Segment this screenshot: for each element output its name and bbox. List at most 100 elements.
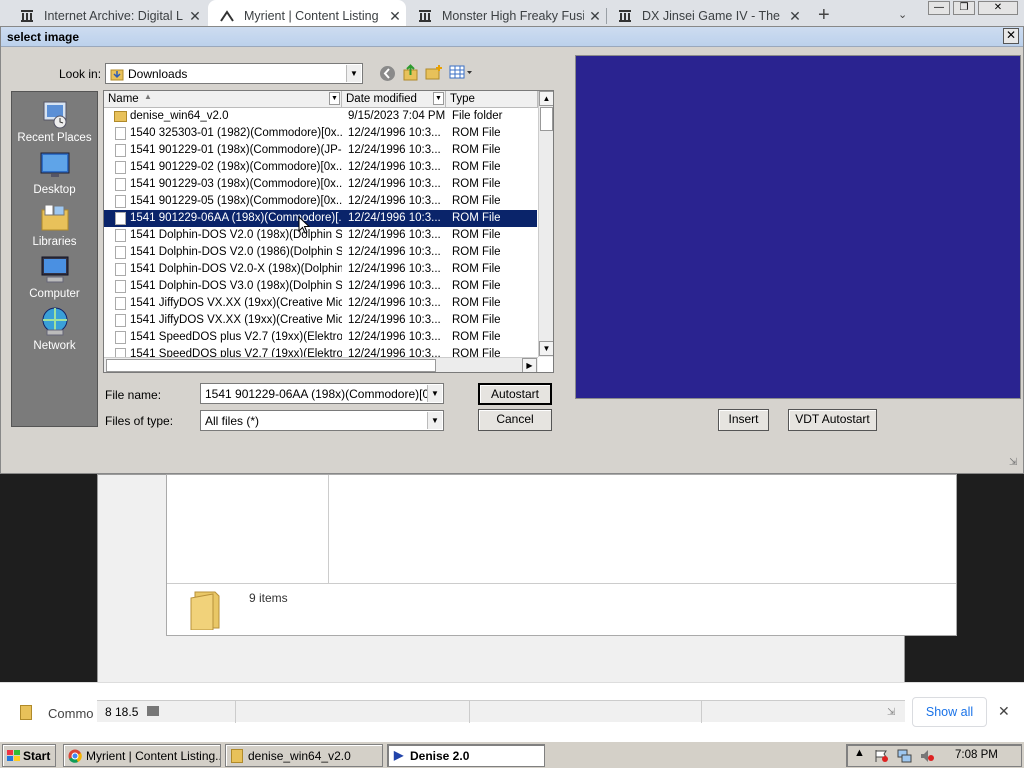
column-label: Name [108, 93, 139, 105]
file-name-input[interactable]: 1541 901229-06AA (198x)(Commodore)[0xE00… [200, 383, 444, 404]
file-row[interactable]: 1541 Dolphin-DOS V2.0 (1986)(Dolphin S..… [104, 244, 537, 261]
taskbar-item-label: denise_win64_v2.0 [248, 749, 351, 763]
chevron-down-icon[interactable]: ▼ [427, 385, 442, 402]
file-row[interactable]: 1540 325303-01 (1982)(Commodore)[0x... 12… [104, 125, 537, 142]
tab-search-chevron-icon[interactable]: ⌄ [898, 8, 907, 21]
file-row[interactable]: 1541 JiffyDOS VX.XX (19xx)(Creative Mic.… [104, 312, 537, 329]
column-header-name[interactable]: Name ▲ ▼ [104, 91, 342, 108]
file-type-cell: ROM File [452, 144, 501, 156]
file-row[interactable]: 1541 SpeedDOS plus V2.7 (19xx)(Elektro..… [104, 329, 537, 346]
resize-grip-icon[interactable]: ⇲ [887, 707, 895, 718]
file-icon [115, 331, 126, 344]
scroll-right-icon[interactable]: ▶ [522, 358, 537, 372]
insert-button[interactable]: Insert [718, 409, 769, 431]
start-label: Start [23, 749, 51, 763]
file-row[interactable]: 1541 Dolphin-DOS V2.0-X (198x)(Dolphin..… [104, 261, 537, 278]
myrient-favicon-icon [220, 10, 234, 22]
tray-clock[interactable]: 7:08 PM [955, 749, 998, 761]
file-type-cell: ROM File [452, 348, 501, 357]
desktop-icon [40, 152, 69, 177]
start-button[interactable]: Start [2, 744, 56, 767]
shelf-close-icon[interactable]: ✕ [998, 703, 1010, 720]
tab-close-icon[interactable]: ✕ [784, 8, 806, 25]
file-row[interactable]: 1541 901229-06AA (198x)(Commodore)[... 12… [104, 210, 537, 227]
new-tab-button[interactable]: + [818, 4, 830, 27]
chevron-down-icon[interactable]: ▼ [427, 412, 442, 429]
tab-close-icon[interactable]: ✕ [384, 8, 406, 25]
cancel-button[interactable]: Cancel [478, 409, 552, 431]
file-date-cell: 12/24/1996 10:3... [348, 144, 441, 156]
tab-close-icon[interactable]: ✕ [584, 8, 606, 25]
file-icon [115, 314, 126, 327]
divider [235, 701, 236, 723]
action-center-flag-icon[interactable] [874, 749, 889, 763]
file-row[interactable]: 1541 SpeedDOS plus V2.7 (19xx)(Elektro..… [104, 346, 537, 357]
place-computer[interactable]: Computer [12, 254, 97, 300]
up-folder-icon[interactable] [402, 64, 419, 81]
button-label: VDT Autostart [795, 412, 870, 426]
file-row[interactable]: 1541 901229-03 (198x)(Commodore)[0x... 12… [104, 176, 537, 193]
file-date-cell: 12/24/1996 10:3... [348, 314, 441, 326]
window-restore-button[interactable]: ❐ [953, 1, 975, 15]
scroll-up-icon[interactable]: ▲ [539, 91, 553, 106]
column-header-type[interactable]: Type [446, 91, 538, 108]
denise-app-icon: ▶ [394, 748, 404, 762]
view-menu-icon[interactable] [449, 65, 473, 81]
scroll-thumb[interactable] [106, 359, 436, 372]
tab-close-icon[interactable]: ✕ [184, 8, 206, 25]
network-tray-icon[interactable] [897, 749, 912, 763]
column-header-date[interactable]: Date modified ▼ [342, 91, 446, 108]
files-of-type-dropdown[interactable]: All files (*) ▼ [200, 410, 444, 431]
file-name-cell: 1541 Dolphin-DOS V3.0 (198x)(Dolphin S..… [130, 280, 342, 292]
scroll-down-icon[interactable]: ▼ [539, 341, 553, 356]
place-libraries[interactable]: Libraries [12, 202, 97, 248]
window-minimize-button[interactable]: — [928, 1, 950, 15]
place-recent-places[interactable]: Recent Places [12, 98, 97, 144]
column-filter-icon[interactable]: ▼ [329, 92, 340, 105]
window-close-button[interactable]: ✕ [978, 1, 1018, 15]
taskbar-item-denise[interactable]: ▶ Denise 2.0 [387, 744, 545, 767]
new-folder-icon[interactable] [425, 64, 443, 81]
download-item-label[interactable]: Commo [48, 706, 94, 721]
vdt-autostart-button[interactable]: VDT Autostart [788, 409, 877, 431]
column-label: Date modified [346, 93, 417, 105]
vertical-scrollbar[interactable]: ▲ ▼ [538, 91, 553, 357]
taskbar-item-folder[interactable]: denise_win64_v2.0 [225, 744, 383, 767]
autostart-button[interactable]: Autostart [478, 383, 552, 405]
file-row[interactable]: denise_win64_v2.0 9/15/2023 7:04 PM File f… [104, 108, 537, 125]
file-row[interactable]: 1541 901229-01 (198x)(Commodore)(JP-... 1… [104, 142, 537, 159]
tray-expand-icon[interactable]: ▲ [854, 747, 865, 759]
taskbar-item-browser[interactable]: Myrient | Content Listing... [63, 744, 221, 767]
file-row[interactable]: 1541 Dolphin-DOS V3.0 (198x)(Dolphin S..… [104, 278, 537, 295]
file-row[interactable]: 1541 901229-02 (198x)(Commodore)[0x... 12… [104, 159, 537, 176]
place-desktop[interactable]: Desktop [12, 150, 97, 196]
file-row[interactable]: 1541 901229-05 (198x)(Commodore)[0x... 12… [104, 193, 537, 210]
look-in-dropdown[interactable]: Downloads ▼ [105, 63, 363, 84]
file-row[interactable]: 1541 Dolphin-DOS V2.0 (198x)(Dolphin S..… [104, 227, 537, 244]
resize-grip-icon[interactable]: ⇲ [1009, 457, 1017, 468]
archive-favicon-icon [619, 10, 631, 22]
show-all-button[interactable]: Show all [912, 697, 987, 727]
scroll-thumb[interactable] [540, 107, 553, 131]
status-text: 8 18.5 [105, 705, 139, 719]
chevron-down-icon[interactable]: ▼ [346, 65, 361, 82]
button-label: Cancel [496, 412, 534, 426]
file-name-cell: 1541 SpeedDOS plus V2.7 (19xx)(Elektro..… [130, 348, 342, 357]
file-row[interactable]: 1541 JiffyDOS VX.XX (19xx)(Creative Mic.… [104, 295, 537, 312]
place-network[interactable]: Network [12, 306, 97, 352]
horizontal-scrollbar[interactable]: ▶ [104, 357, 538, 372]
file-date-cell: 12/24/1996 10:3... [348, 297, 441, 309]
libraries-icon [41, 204, 68, 231]
divider [469, 701, 470, 723]
file-date-cell: 12/24/1996 10:3... [348, 246, 441, 258]
column-label: Type [450, 93, 475, 105]
dialog-close-button[interactable]: ✕ [1003, 28, 1019, 44]
explorer-content-pane: 9 items [166, 474, 957, 636]
volume-muted-icon[interactable] [920, 749, 935, 763]
column-filter-icon[interactable]: ▼ [433, 92, 444, 105]
explorer-nav-pane [167, 475, 329, 583]
file-name-label: File name: [105, 388, 162, 402]
dialog-title-bar[interactable]: select image ✕ [1, 27, 1023, 47]
file-list[interactable]: Name ▲ ▼ Date modified ▼ Type denise_win… [103, 90, 554, 373]
back-icon[interactable] [379, 65, 396, 82]
